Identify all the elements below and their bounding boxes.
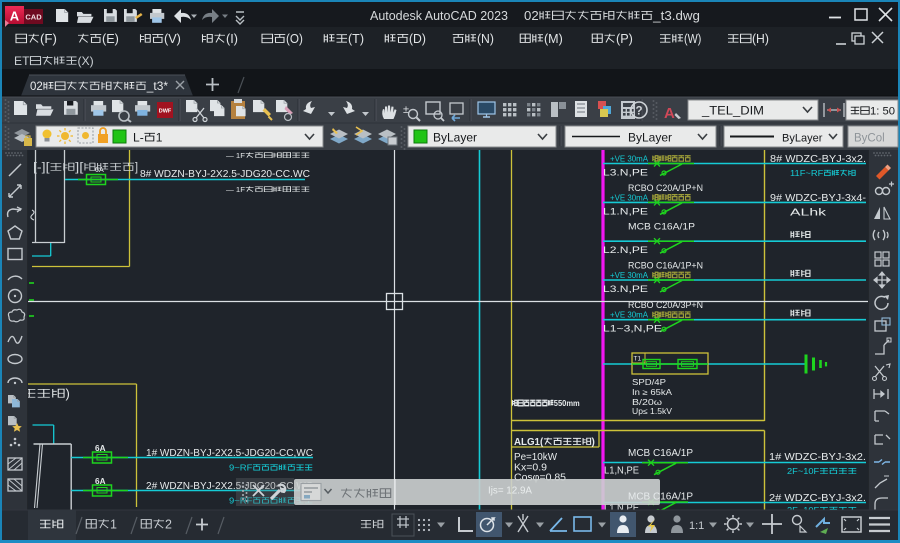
svg-text:?: ? xyxy=(635,106,642,118)
svg-text:_t3.dwg: _t3.dwg xyxy=(652,9,700,23)
svg-text:A: A xyxy=(664,105,675,122)
svg-text:Pe=10kW: Pe=10kW xyxy=(514,452,558,463)
svg-text:2: 2 xyxy=(165,518,172,532)
svg-text:): ) xyxy=(66,386,70,401)
svg-text:6A: 6A xyxy=(95,443,106,453)
svg-text:ByLayer: ByLayer xyxy=(782,133,823,145)
svg-text:(V): (V) xyxy=(164,32,181,46)
svg-text:L1~3,N,PE: L1~3,N,PE xyxy=(603,324,662,335)
svg-text:(M): (M) xyxy=(544,32,563,46)
svg-text:+VE 30mA: +VE 30mA xyxy=(610,192,648,202)
svg-text:): ) xyxy=(592,437,595,448)
svg-text:02: 02 xyxy=(524,9,539,23)
svg-text:02: 02 xyxy=(30,81,43,93)
svg-text:8# WDZN-BYJ-2X2.5-JDG20-CC.WC: 8# WDZN-BYJ-2X2.5-JDG20-CC.WC xyxy=(140,169,310,180)
svg-text:DWF: DWF xyxy=(159,109,172,115)
svg-text:+VE 30mA: +VE 30mA xyxy=(610,310,648,320)
svg-text:+VE 30mA: +VE 30mA xyxy=(610,154,648,164)
svg-text:[-][: [-][ xyxy=(33,162,50,174)
svg-text:ET: ET xyxy=(14,54,30,68)
svg-text:Ijs= 12.9A: Ijs= 12.9A xyxy=(488,485,532,496)
svg-text:ALG1(: ALG1( xyxy=(514,437,544,448)
svg-text:L3.N,PE: L3.N,PE xyxy=(603,168,648,179)
svg-text:1: 1 xyxy=(110,518,117,532)
svg-text:L1.N,PE: L1.N,PE xyxy=(603,206,648,217)
svg-text:6A: 6A xyxy=(95,476,106,486)
svg-text:][: ][ xyxy=(75,162,84,174)
svg-text:MCB C16A/1P: MCB C16A/1P xyxy=(628,222,695,233)
svg-text:L1,N,PE: L1,N,PE xyxy=(604,465,639,476)
svg-text:550mm: 550mm xyxy=(554,398,580,408)
svg-text:SPD/4P: SPD/4P xyxy=(632,378,666,387)
svg-text:In ≥ 65kA: In ≥ 65kA xyxy=(632,388,673,397)
svg-text:Autodesk AutoCAD 2023: Autodesk AutoCAD 2023 xyxy=(370,9,508,23)
svg-text:ByCol: ByCol xyxy=(854,133,885,145)
svg-text:_t3*: _t3* xyxy=(146,81,169,93)
svg-text:L-: L- xyxy=(133,131,144,145)
svg-text:L2.N,PE: L2.N,PE xyxy=(603,245,648,256)
svg-text:(F): (F) xyxy=(40,32,57,46)
svg-text:_TEL_DIM: _TEL_DIM xyxy=(701,106,764,118)
svg-text:9# WDZC-BYJ-3x4-: 9# WDZC-BYJ-3x4- xyxy=(770,193,866,204)
svg-text:(P): (P) xyxy=(616,32,633,46)
svg-text:1# WDZC-BYJ-3x2.: 1# WDZC-BYJ-3x2. xyxy=(769,452,866,463)
svg-text:Up≤ 1.5kV: Up≤ 1.5kV xyxy=(632,407,673,416)
svg-text:(N): (N) xyxy=(477,32,494,46)
svg-text:9~RF: 9~RF xyxy=(229,463,252,473)
svg-text:ByLayer: ByLayer xyxy=(628,131,672,145)
svg-text:(W): (W) xyxy=(684,32,701,46)
svg-text:L3.N,PE: L3.N,PE xyxy=(603,284,648,295)
svg-text:1:1: 1:1 xyxy=(689,520,704,532)
svg-text:(E): (E) xyxy=(102,32,119,46)
svg-text:1: 50: 1: 50 xyxy=(870,106,895,118)
svg-text:— 1F: — 1F xyxy=(226,151,245,160)
svg-text:MCB C16A/1P: MCB C16A/1P xyxy=(628,492,693,503)
svg-text:]: ] xyxy=(135,162,138,174)
svg-text:2F~10F: 2F~10F xyxy=(787,466,819,476)
svg-text:— 1F: — 1F xyxy=(226,185,245,194)
svg-text:(H): (H) xyxy=(752,32,769,46)
svg-text:(X): (X) xyxy=(78,54,94,68)
svg-text:T1: T1 xyxy=(634,356,642,363)
svg-text:MCB C16A/1P: MCB C16A/1P xyxy=(628,448,693,459)
svg-text:8# WDZC-BYJ-3x2.: 8# WDZC-BYJ-3x2. xyxy=(770,154,866,165)
svg-text:(D): (D) xyxy=(409,32,426,46)
svg-text:(O): (O) xyxy=(286,32,303,46)
svg-text:11F~RF: 11F~RF xyxy=(790,168,823,178)
svg-text:1: 1 xyxy=(156,131,163,145)
svg-text:B/20ω: B/20ω xyxy=(632,398,662,407)
svg-text:ByLayer: ByLayer xyxy=(433,131,477,145)
svg-text:A: A xyxy=(10,9,20,24)
svg-text:2# WDZC-BYJ-3x2.: 2# WDZC-BYJ-3x2. xyxy=(769,493,866,504)
svg-text:1# WDZN-BYJ-2X2.5-JDG20-CC,WC: 1# WDZN-BYJ-2X2.5-JDG20-CC,WC xyxy=(146,448,313,459)
svg-text:(I): (I) xyxy=(226,32,238,46)
svg-text:ALhk: ALhk xyxy=(790,207,828,218)
svg-text:+VE 30mA: +VE 30mA xyxy=(610,270,648,280)
svg-text:(T): (T) xyxy=(348,32,364,46)
svg-text:CAD: CAD xyxy=(25,13,42,22)
